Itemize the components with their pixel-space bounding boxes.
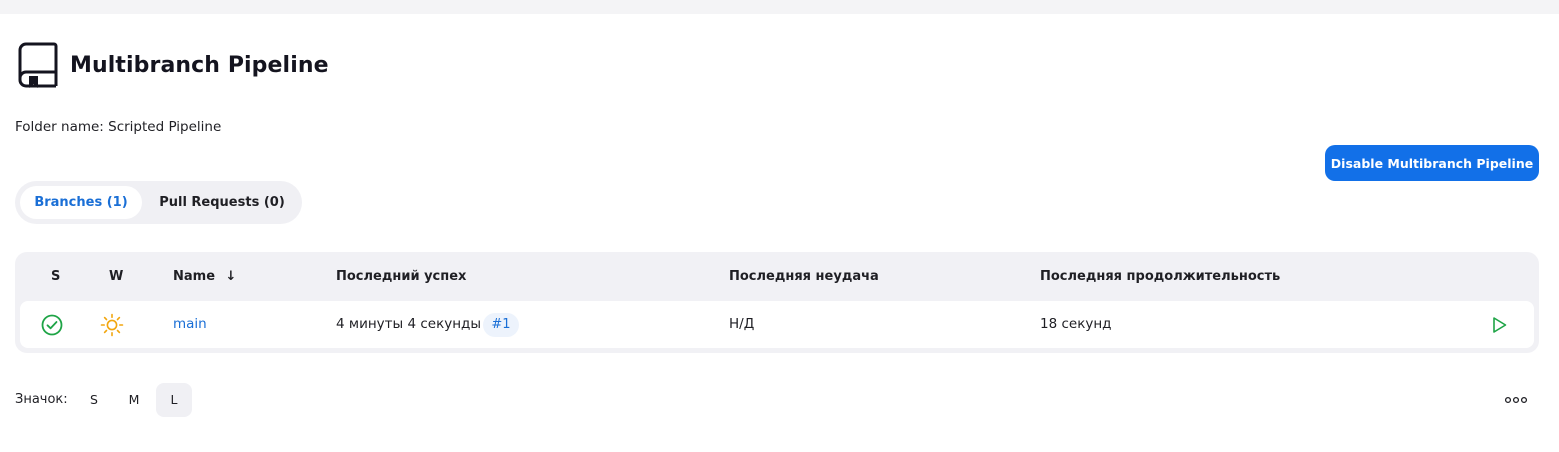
more-options-icon[interactable] [1504, 392, 1528, 412]
icon-size-s-button[interactable]: S [76, 383, 112, 417]
last-failure-value: Н/Д [729, 316, 755, 332]
column-header-name-label: Name [173, 269, 216, 284]
icon-size-l-button[interactable]: L [156, 383, 192, 417]
tab-pull-requests[interactable]: Pull Requests (0) [149, 186, 295, 219]
success-check-icon [41, 314, 63, 340]
column-header-last-duration[interactable]: Последняя продолжительность [1040, 269, 1280, 284]
last-duration-value: 18 секунд [1040, 316, 1112, 332]
column-header-last-success[interactable]: Последний успех [336, 269, 466, 284]
column-header-name[interactable]: Name ↓ [173, 269, 236, 284]
last-success-value: 4 минуты 4 секунды [336, 316, 482, 332]
book-icon [18, 42, 58, 88]
top-bar [0, 0, 1559, 14]
branches-table: S W Name ↓ Последний успех Последняя неу… [15, 252, 1539, 353]
sort-down-icon: ↓ [225, 269, 237, 284]
sunny-icon [100, 313, 124, 341]
last-build-link[interactable]: #1 [483, 313, 519, 337]
page-header: Multibranch Pipeline [18, 42, 329, 88]
play-icon[interactable] [1489, 315, 1509, 339]
column-header-status[interactable]: S [51, 269, 60, 284]
column-header-last-failure[interactable]: Последняя неудача [729, 269, 879, 284]
column-header-weather[interactable]: W [109, 269, 123, 284]
folder-name: Folder name: Scripted Pipeline [15, 119, 222, 135]
icon-size-m-button[interactable]: M [116, 383, 152, 417]
tab-branches[interactable]: Branches (1) [20, 186, 142, 219]
table-row: main 4 минуты 4 секунды #1 Н/Д 18 секунд [20, 301, 1534, 348]
page-title: Multibranch Pipeline [70, 52, 329, 78]
tab-bar: Branches (1) Pull Requests (0) [15, 181, 302, 224]
disable-multibranch-pipeline-button[interactable]: Disable Multibranch Pipeline [1325, 145, 1539, 181]
icon-size-label: Значок: [15, 392, 68, 407]
branch-link-main[interactable]: main [173, 301, 207, 348]
